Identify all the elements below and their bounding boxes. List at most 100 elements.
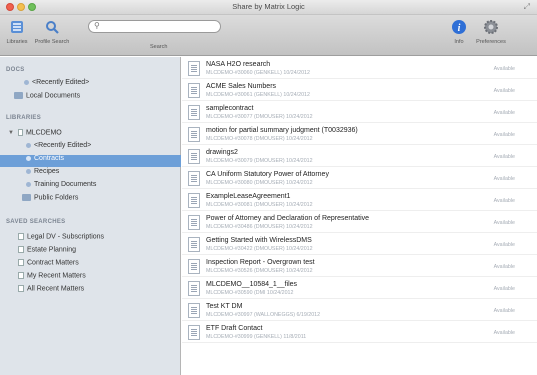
document-status: Available — [493, 132, 515, 138]
library-icon — [17, 129, 23, 136]
document-row[interactable]: Getting Started with WirelessDMS MLCDEMO… — [182, 235, 537, 255]
document-icon — [188, 215, 200, 230]
document-title: samplecontract — [206, 105, 254, 112]
window-title: Share by Matrix Logic — [232, 2, 305, 11]
folder-icon — [14, 92, 23, 99]
document-title: MLCDEMO__10584_1__files — [206, 281, 298, 288]
document-status: Available — [493, 330, 515, 336]
document-meta: MLCDEMO-#30590 (DMI 10/24/2012 — [206, 290, 294, 296]
libraries-icon — [11, 21, 23, 33]
document-icon — [188, 325, 200, 340]
document-meta: MLCDEMO-#30997 (WALLONEGGS) 6/19/2012 — [206, 312, 321, 318]
document-meta: MLCDEMO-#30526 (DMOUSER) 10/24/2012 — [206, 268, 313, 274]
saved-search-icon — [18, 233, 24, 240]
document-meta: MLCDEMO-#30999 (GENKELL) 11/8/2011 — [206, 334, 307, 340]
svg-text:i: i — [458, 23, 461, 34]
gear-icon — [484, 20, 498, 34]
document-meta: MLCDEMO-#30081 (DMOUSER) 10/24/2012 — [206, 202, 313, 208]
search-field[interactable]: ⚲ — [88, 20, 221, 33]
libraries-section-header: LIBRARIES — [6, 115, 42, 121]
saved-search-icon — [18, 272, 24, 279]
document-row[interactable]: ACME Sales Numbers MLCDEMO-#30061 (GENKE… — [182, 81, 537, 101]
document-status: Available — [493, 220, 515, 226]
sidebar-item-mlcdemo[interactable]: ▼ MLCDEMO — [0, 129, 181, 141]
document-title: ACME Sales Numbers — [206, 83, 277, 90]
document-meta: MLCDEMO-#30079 (DMOUSER) 10/24/2012 — [206, 158, 313, 164]
sidebar-item-contracts[interactable]: Contracts — [0, 155, 181, 167]
document-icon — [188, 259, 200, 274]
document-row[interactable]: drawings2 MLCDEMO-#30079 (DMOUSER) 10/24… — [182, 147, 537, 167]
document-title: ExampleLeaseAgreement1 — [206, 193, 291, 200]
sidebar-item-saved-search[interactable]: Contract Matters — [0, 259, 181, 271]
document-status: Available — [493, 66, 515, 72]
document-icon — [188, 171, 200, 186]
app-window: Share by Matrix Logic ⤢ Libraries Profil… — [0, 0, 537, 375]
document-icon — [188, 61, 200, 76]
document-meta: MLCDEMO-#30486 (DMOUSER) 10/24/2012 — [206, 224, 313, 230]
libraries-label: Libraries — [6, 39, 28, 45]
document-icon — [188, 127, 200, 142]
saved-search-icon — [18, 285, 24, 292]
document-title: CA Uniform Statutory Power of Attorney — [206, 171, 329, 178]
preferences-label: Preferences — [476, 39, 506, 45]
title-bar[interactable]: Share by Matrix Logic ⤢ — [0, 0, 537, 15]
bullet-icon — [26, 142, 31, 148]
document-status: Available — [493, 264, 515, 270]
sidebar-item-library-recent[interactable]: <Recently Edited> — [0, 142, 181, 154]
document-icon — [188, 149, 200, 164]
disclosure-down-icon[interactable]: ▼ — [8, 130, 14, 136]
document-row[interactable]: Inspection Report - Overgrown test MLCDE… — [182, 257, 537, 277]
document-title: Power of Attorney and Declaration of Rep… — [206, 215, 370, 222]
document-icon — [188, 83, 200, 98]
document-row[interactable]: ETF Draft Contact MLCDEMO-#30999 (GENKEL… — [182, 323, 537, 343]
document-icon — [188, 193, 200, 208]
document-row[interactable]: Power of Attorney and Declaration of Rep… — [182, 213, 537, 233]
document-title: NASA H2O research — [206, 61, 271, 68]
sidebar-item-local-documents[interactable]: Local Documents — [0, 92, 181, 104]
info-label: Info — [454, 39, 464, 45]
sidebar-item-docs-recent[interactable]: <Recently Edited> — [0, 79, 181, 91]
sidebar-item-recipes[interactable]: Recipes — [0, 168, 181, 180]
folder-icon — [22, 194, 31, 201]
sidebar-item-saved-search[interactable]: Estate Planning — [0, 246, 181, 258]
document-row[interactable]: Test KT DM MLCDEMO-#30997 (WALLONEGGS) 6… — [182, 301, 537, 321]
document-row[interactable]: samplecontract MLCDEMO-#30077 (DMOUSER) … — [182, 103, 537, 123]
profile-search-label: Profile Search — [34, 39, 70, 45]
document-title: ETF Draft Contact — [206, 325, 263, 332]
sidebar-item-saved-search[interactable]: All Recent Matters — [0, 285, 181, 297]
sidebar-item-public-folders[interactable]: Public Folders — [0, 194, 181, 206]
document-icon — [188, 237, 200, 252]
document-status: Available — [493, 176, 515, 182]
document-row[interactable]: MLCDEMO__10584_1__files MLCDEMO-#30590 (… — [182, 279, 537, 299]
sidebar-item-training-documents[interactable]: Training Documents — [0, 181, 181, 193]
document-meta: MLCDEMO-#30422 (DMOUSER) 10/24/2012 — [206, 246, 313, 252]
magnifier-icon — [46, 21, 59, 34]
document-meta: MLCDEMO-#30078 (DMOUSER) 10/24/2012 — [206, 136, 313, 142]
profile-search-button[interactable]: Profile Search — [32, 19, 72, 45]
document-status: Available — [493, 242, 515, 248]
search-input[interactable] — [103, 22, 215, 32]
bullet-icon — [26, 168, 31, 174]
document-meta: MLCDEMO-#30061 (GENKELL) 10/24/2012 — [206, 92, 310, 98]
document-row[interactable]: ExampleLeaseAgreement1 MLCDEMO-#30081 (D… — [182, 191, 537, 211]
fullscreen-icon[interactable]: ⤢ — [524, 2, 530, 12]
info-icon: i — [452, 20, 466, 34]
sidebar-item-saved-search[interactable]: My Recent Matters — [0, 272, 181, 284]
document-status: Available — [493, 154, 515, 160]
preferences-button[interactable]: Preferences — [472, 19, 510, 45]
document-icon — [188, 105, 200, 120]
document-row[interactable]: CA Uniform Statutory Power of Attorney M… — [182, 169, 537, 189]
libraries-button[interactable]: Libraries — [3, 19, 31, 45]
docs-section-header: DOCS — [6, 67, 25, 73]
document-icon — [188, 281, 200, 296]
document-row[interactable]: NASA H2O research MLCDEMO-#30060 (GENKEL… — [182, 59, 537, 79]
document-row[interactable]: motion for partial summary judgment (T00… — [182, 125, 537, 145]
document-title: drawings2 — [206, 149, 238, 156]
document-title: Inspection Report - Overgrown test — [206, 259, 315, 266]
document-status: Available — [493, 308, 515, 314]
sidebar-item-saved-search[interactable]: Legal DV - Subscriptions — [0, 233, 181, 245]
document-title: Getting Started with WirelessDMS — [206, 237, 312, 244]
sidebar: DOCS <Recently Edited> Local Documents L… — [0, 57, 181, 375]
info-button[interactable]: i Info — [448, 19, 470, 45]
document-meta: MLCDEMO-#30077 (DMOUSER) 10/24/2012 — [206, 114, 313, 120]
